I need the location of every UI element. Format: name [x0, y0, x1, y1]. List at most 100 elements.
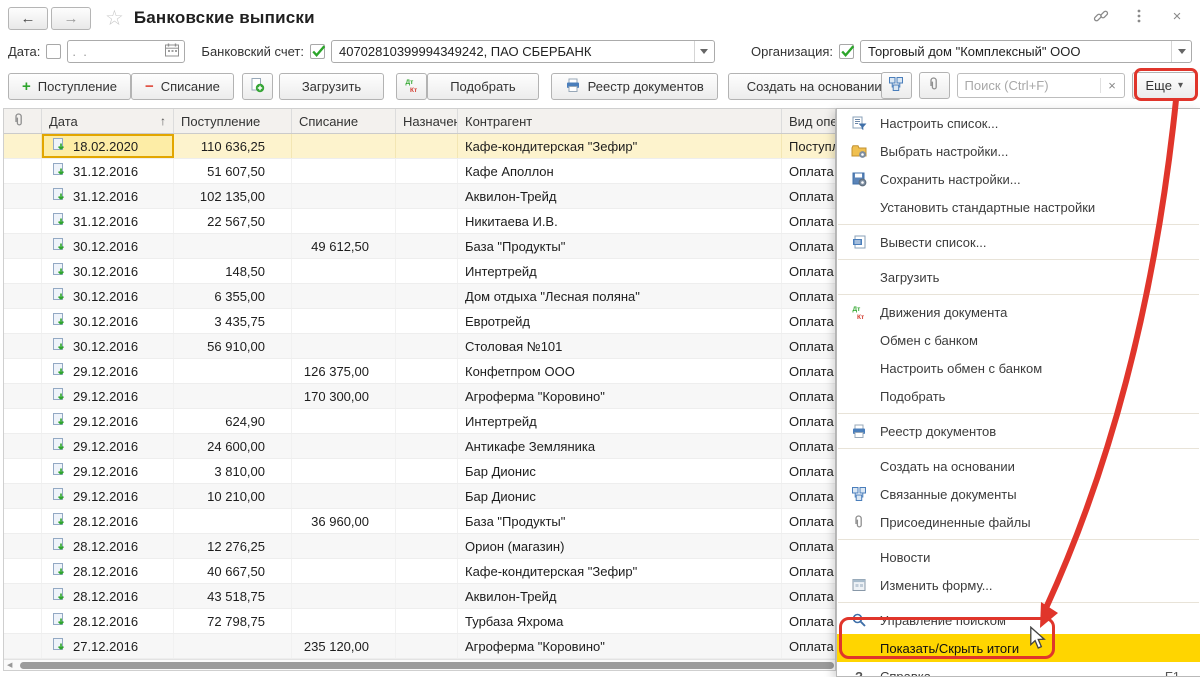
- cell-receipt[interactable]: [174, 234, 292, 258]
- cell-purpose[interactable]: [396, 334, 458, 358]
- cell-attachment[interactable]: [4, 509, 42, 533]
- cell-receipt[interactable]: 10 210,00: [174, 484, 292, 508]
- cell-date[interactable]: 30.12.2016: [42, 284, 174, 308]
- cell-date[interactable]: 28.12.2016: [42, 559, 174, 583]
- menu-item[interactable]: Вывести список...: [837, 228, 1200, 256]
- cell-receipt[interactable]: 148,50: [174, 259, 292, 283]
- cell-purpose[interactable]: [396, 409, 458, 433]
- horizontal-scrollbar[interactable]: ◀: [4, 659, 835, 670]
- cell-counterparty[interactable]: База "Продукты": [458, 234, 782, 258]
- cell-receipt[interactable]: [174, 634, 292, 658]
- cell-optype[interactable]: Оплата от: [782, 184, 835, 208]
- cell-optype[interactable]: Оплата от: [782, 534, 835, 558]
- cell-receipt[interactable]: 22 567,50: [174, 209, 292, 233]
- back-button[interactable]: ←: [8, 7, 48, 30]
- cell-purpose[interactable]: [396, 209, 458, 233]
- scroll-left-icon[interactable]: ◀: [7, 661, 12, 669]
- cell-writeoff[interactable]: [292, 184, 396, 208]
- cell-writeoff[interactable]: [292, 584, 396, 608]
- cell-optype[interactable]: Оплата от: [782, 334, 835, 358]
- column-receipt[interactable]: Поступление: [174, 109, 292, 133]
- more-button[interactable]: Еще ▾: [1132, 72, 1197, 99]
- cell-date[interactable]: 29.12.2016: [42, 484, 174, 508]
- cell-counterparty[interactable]: Евротрейд: [458, 309, 782, 333]
- cell-optype[interactable]: Оплата от: [782, 609, 835, 633]
- cell-counterparty[interactable]: Аквилон-Трейд: [458, 584, 782, 608]
- cell-date[interactable]: 28.12.2016: [42, 534, 174, 558]
- cell-purpose[interactable]: [396, 534, 458, 558]
- cell-counterparty[interactable]: Бар Дионис: [458, 459, 782, 483]
- cell-writeoff[interactable]: [292, 134, 396, 158]
- cell-counterparty[interactable]: Агроферма "Коровино": [458, 634, 782, 658]
- close-icon[interactable]: ×: [1168, 7, 1186, 25]
- cell-purpose[interactable]: [396, 584, 458, 608]
- date-input[interactable]: [67, 40, 185, 63]
- menu-item[interactable]: Выбрать настройки...: [837, 137, 1200, 165]
- cell-date[interactable]: 28.12.2016: [42, 584, 174, 608]
- load-button[interactable]: Загрузить: [279, 73, 384, 100]
- date-filter-checkbox[interactable]: [46, 44, 61, 59]
- organization-combo[interactable]: Торговый дом "Комплексный" ООО: [860, 40, 1192, 63]
- table-row[interactable]: 30.12.20166 355,00Дом отдыха "Лесная пол…: [4, 284, 835, 309]
- column-optype[interactable]: Вид опера...: [782, 109, 835, 133]
- column-date[interactable]: Дата↑: [42, 109, 174, 133]
- cell-attachment[interactable]: [4, 459, 42, 483]
- cell-counterparty[interactable]: Орион (магазин): [458, 534, 782, 558]
- cell-writeoff[interactable]: [292, 259, 396, 283]
- cell-counterparty[interactable]: Агроферма "Коровино": [458, 384, 782, 408]
- forward-button[interactable]: →: [51, 7, 91, 30]
- cell-optype[interactable]: Поступлен: [782, 134, 835, 158]
- cell-receipt[interactable]: 72 798,75: [174, 609, 292, 633]
- cell-purpose[interactable]: [396, 634, 458, 658]
- cell-purpose[interactable]: [396, 434, 458, 458]
- kebab-menu-icon[interactable]: [1130, 7, 1148, 25]
- cell-attachment[interactable]: [4, 259, 42, 283]
- import-file-button[interactable]: [242, 73, 273, 100]
- table-row[interactable]: 31.12.201622 567,50Никитаева И.В.Оплата …: [4, 209, 835, 234]
- cell-date[interactable]: 28.12.2016: [42, 609, 174, 633]
- menu-item[interactable]: Подобрать: [837, 382, 1200, 410]
- table-row[interactable]: 30.12.20163 435,75ЕвротрейдОплата от: [4, 309, 835, 334]
- cell-purpose[interactable]: [396, 159, 458, 183]
- scrollbar-thumb[interactable]: [20, 662, 834, 669]
- cell-optype[interactable]: Оплата от: [782, 159, 835, 183]
- cell-optype[interactable]: Оплата от: [782, 584, 835, 608]
- calendar-icon[interactable]: [164, 42, 180, 61]
- cell-purpose[interactable]: [396, 284, 458, 308]
- cell-attachment[interactable]: [4, 584, 42, 608]
- cell-writeoff[interactable]: [292, 534, 396, 558]
- cell-writeoff[interactable]: [292, 434, 396, 458]
- cell-counterparty[interactable]: Аквилон-Трейд: [458, 184, 782, 208]
- cell-optype[interactable]: Оплата от: [782, 459, 835, 483]
- menu-item[interactable]: ?СправкаF1: [837, 662, 1200, 677]
- cell-receipt[interactable]: 40 667,50: [174, 559, 292, 583]
- cell-receipt[interactable]: [174, 384, 292, 408]
- table-row[interactable]: 30.12.2016148,50ИнтертрейдОплата от: [4, 259, 835, 284]
- table-row[interactable]: 18.02.2020110 636,25Кафе-кондитерская "З…: [4, 134, 835, 159]
- table-row[interactable]: 31.12.2016102 135,00Аквилон-ТрейдОплата …: [4, 184, 835, 209]
- bank-account-dropdown-icon[interactable]: [694, 41, 714, 62]
- cell-receipt[interactable]: [174, 509, 292, 533]
- cell-purpose[interactable]: [396, 484, 458, 508]
- cell-receipt[interactable]: 12 276,25: [174, 534, 292, 558]
- table-row[interactable]: 28.12.201612 276,25 Орион (магазин)Оплата…: [4, 534, 835, 559]
- cell-optype[interactable]: Оплата от: [782, 434, 835, 458]
- cell-counterparty[interactable]: Кафе-кондитерская "Зефир": [458, 559, 782, 583]
- column-writeoff[interactable]: Списание: [292, 109, 396, 133]
- cell-attachment[interactable]: [4, 409, 42, 433]
- pick-button[interactable]: Подобрать: [427, 73, 538, 100]
- cell-attachment[interactable]: [4, 609, 42, 633]
- cell-date[interactable]: 30.12.2016: [42, 259, 174, 283]
- table-row[interactable]: 30.12.201649 612,50База "Продукты"Оплата…: [4, 234, 835, 259]
- date-input-field[interactable]: [72, 44, 164, 59]
- writeoff-button[interactable]: − Списание: [131, 73, 234, 100]
- cell-counterparty[interactable]: Дом отдыха "Лесная поляна": [458, 284, 782, 308]
- cell-writeoff[interactable]: [292, 159, 396, 183]
- table-row[interactable]: 28.12.201643 518,75Аквилон-ТрейдОплата о…: [4, 584, 835, 609]
- column-counterparty[interactable]: Контрагент: [458, 109, 782, 133]
- table-row[interactable]: 29.12.201610 210,00Бар ДионисОплата от: [4, 484, 835, 509]
- menu-item[interactable]: Загрузить: [837, 263, 1200, 291]
- cell-date[interactable]: 28.12.2016: [42, 509, 174, 533]
- table-row[interactable]: 28.12.201636 960,00База "Продукты"Оплата…: [4, 509, 835, 534]
- cell-writeoff[interactable]: [292, 309, 396, 333]
